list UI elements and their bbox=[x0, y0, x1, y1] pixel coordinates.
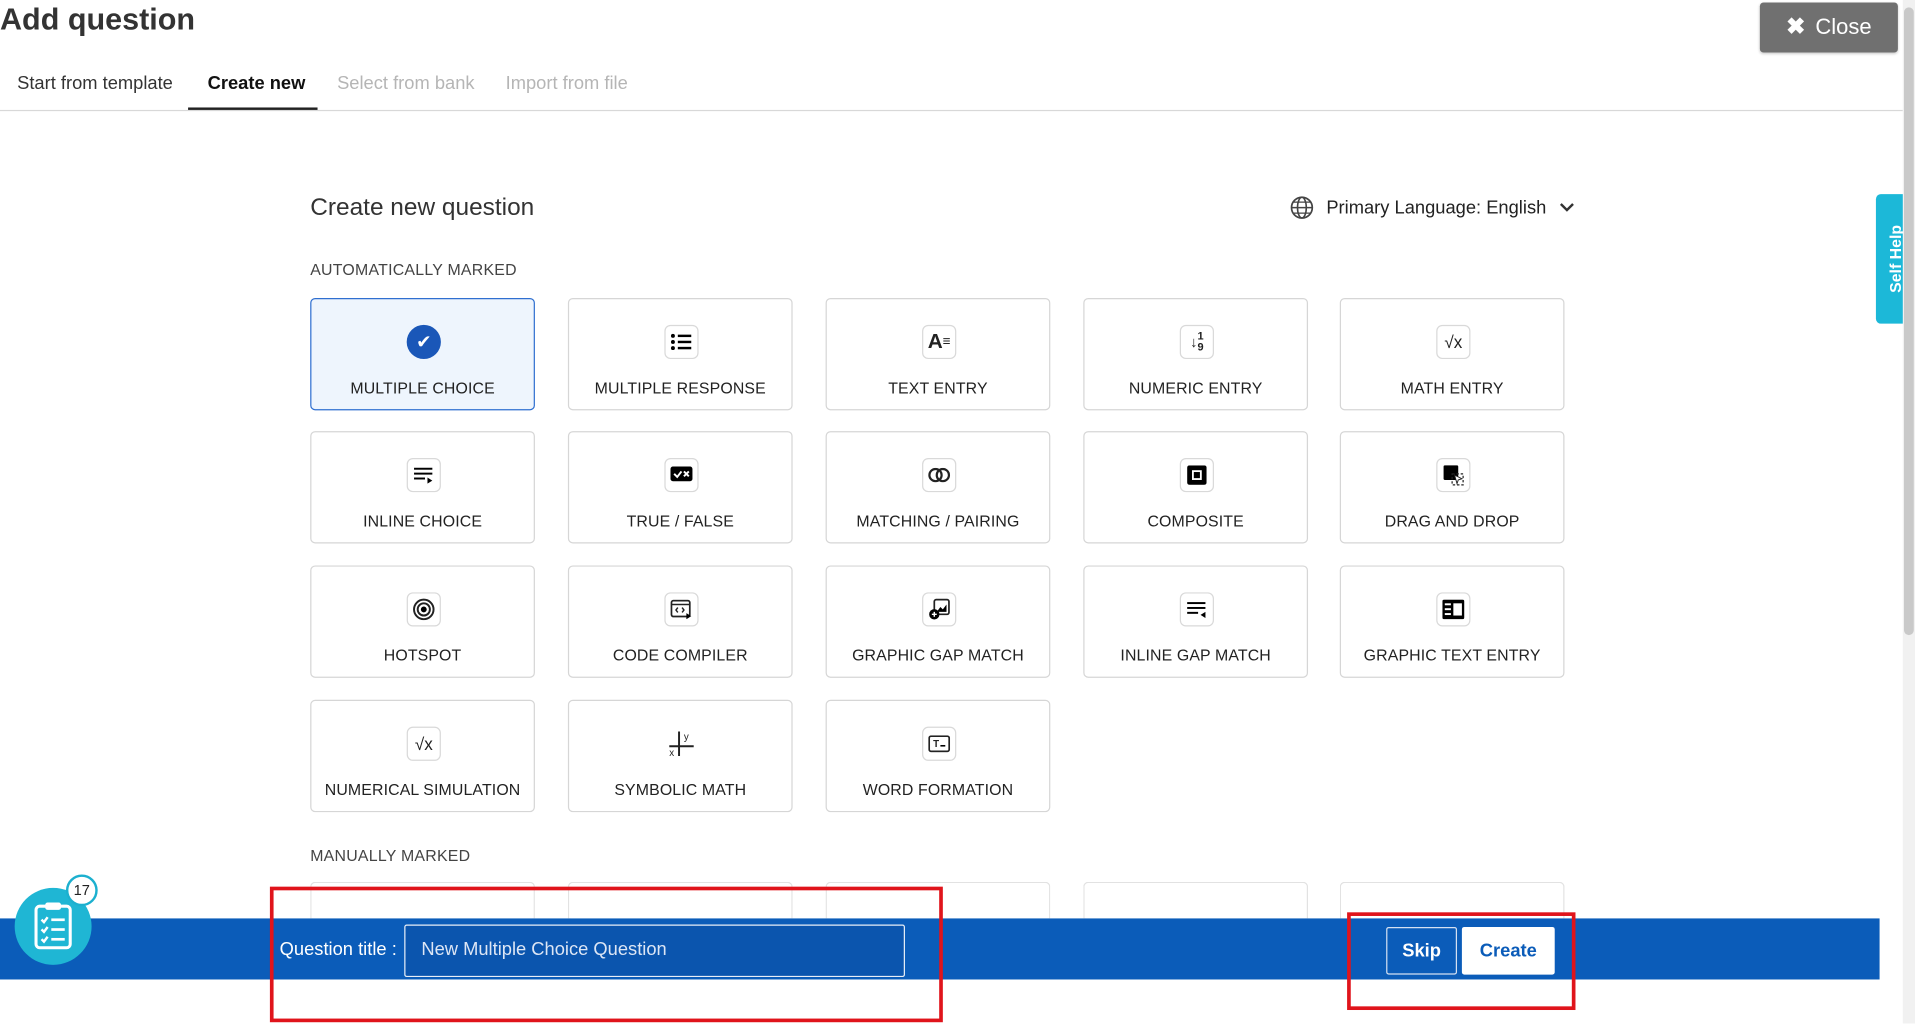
target-icon bbox=[406, 592, 441, 627]
question-type-label: SYMBOLIC MATH bbox=[614, 780, 747, 799]
question-type-label: MATH ENTRY bbox=[1400, 378, 1504, 397]
inline-choice-icon bbox=[406, 457, 441, 493]
question-type-word-formation[interactable]: T WORD FORMATION bbox=[825, 699, 1051, 813]
question-type-label: CODE COMPILER bbox=[612, 646, 748, 665]
question-type-composite[interactable]: COMPOSITE bbox=[1083, 431, 1309, 544]
question-type-label: MATCHING / PAIRING bbox=[856, 511, 1020, 531]
word-formation-icon: T bbox=[922, 726, 957, 761]
svg-text:T: T bbox=[933, 739, 939, 750]
true-false-icon bbox=[664, 457, 699, 493]
question-type-label: NUMERICAL SIMULATION bbox=[324, 780, 521, 799]
question-type-label: GRAPHIC GAP MATCH bbox=[852, 646, 1024, 665]
matching-icon bbox=[922, 457, 957, 493]
question-type-label: MULTIPLE CHOICE bbox=[350, 378, 495, 397]
numeric-sort-icon: ↓ 1 9 bbox=[1179, 324, 1214, 360]
manually-marked-heading: MANUALLY MARKED bbox=[310, 846, 471, 865]
question-type-graphic-gap-match[interactable]: GRAPHIC GAP MATCH bbox=[825, 565, 1051, 678]
question-type-label: DRAG AND DROP bbox=[1384, 511, 1520, 531]
automatically-marked-heading: AUTOMATICALLY MARKED bbox=[310, 260, 517, 279]
question-type-label: INLINE CHOICE bbox=[363, 511, 483, 531]
clipboard-checklist-icon bbox=[34, 902, 72, 950]
question-count-badge: 17 bbox=[65, 874, 98, 907]
text-entry-icon: A ≡ bbox=[922, 324, 957, 360]
sqrt-icon: √x bbox=[1436, 324, 1471, 360]
tab-import-from-file[interactable]: Import from file bbox=[506, 73, 628, 94]
section-title: Create new question bbox=[310, 194, 535, 222]
question-type-drag-and-drop[interactable]: DRAG AND DROP bbox=[1339, 431, 1565, 544]
question-type-matching-pairing[interactable]: MATCHING / PAIRING bbox=[825, 431, 1051, 544]
question-type-label: WORD FORMATION bbox=[862, 780, 1014, 799]
code-icon bbox=[664, 592, 699, 627]
svg-text:y: y bbox=[684, 732, 689, 743]
question-type-label: HOTSPOT bbox=[383, 646, 462, 665]
question-type-label: NUMERIC ENTRY bbox=[1128, 378, 1263, 397]
graphic-text-icon bbox=[1436, 592, 1471, 627]
globe-icon bbox=[1290, 196, 1314, 219]
highlight-box-actions bbox=[1347, 912, 1576, 1011]
question-type-inline-choice[interactable]: INLINE CHOICE bbox=[310, 431, 535, 544]
page-title: Add question bbox=[0, 2, 196, 37]
close-button[interactable]: ✖ Close bbox=[1759, 2, 1898, 53]
question-type-multiple-response[interactable]: MULTIPLE RESPONSE bbox=[567, 297, 793, 411]
tab-start-from-template[interactable]: Start from template bbox=[17, 73, 173, 94]
tab-bar: Start from template Create new Select fr… bbox=[0, 64, 1903, 112]
svg-text:x: x bbox=[669, 748, 674, 758]
scrollbar-thumb[interactable] bbox=[1904, 7, 1914, 636]
axes-icon: yx bbox=[664, 726, 699, 761]
list-icon bbox=[664, 324, 699, 360]
manual-question-card[interactable] bbox=[1083, 881, 1309, 919]
graphic-gap-icon bbox=[922, 592, 957, 627]
question-type-code-compiler[interactable]: CODE COMPILER bbox=[567, 565, 793, 678]
tab-select-from-bank[interactable]: Select from bank bbox=[337, 73, 474, 94]
drag-drop-icon bbox=[1436, 457, 1471, 493]
question-type-label: MULTIPLE RESPONSE bbox=[594, 378, 766, 397]
chevron-down-icon bbox=[1560, 203, 1575, 212]
question-type-label: COMPOSITE bbox=[1147, 511, 1244, 531]
question-type-graphic-text-entry[interactable]: GRAPHIC TEXT ENTRY bbox=[1339, 565, 1565, 678]
question-type-text-entry[interactable]: A ≡ TEXT ENTRY bbox=[825, 297, 1051, 411]
language-selector[interactable]: Primary Language: English bbox=[1290, 195, 1576, 219]
question-type-inline-gap-match[interactable]: INLINE GAP MATCH bbox=[1083, 565, 1309, 678]
question-type-label: GRAPHIC TEXT ENTRY bbox=[1363, 646, 1541, 665]
question-type-numeric-entry[interactable]: ↓ 1 9 NUMERIC ENTRY bbox=[1083, 297, 1309, 411]
question-type-label: TEXT ENTRY bbox=[888, 378, 988, 397]
composite-icon bbox=[1179, 457, 1214, 493]
question-type-label: TRUE / FALSE bbox=[626, 511, 734, 531]
question-type-true-false[interactable]: TRUE / FALSE bbox=[567, 431, 793, 544]
check-circle-icon: ✔ bbox=[406, 324, 441, 360]
sqrt-icon: √x bbox=[406, 726, 441, 761]
question-type-label: INLINE GAP MATCH bbox=[1120, 646, 1271, 665]
tab-create-new[interactable]: Create new bbox=[208, 73, 306, 94]
active-tab-indicator bbox=[188, 107, 318, 110]
question-type-math-entry[interactable]: √x MATH ENTRY bbox=[1339, 297, 1565, 411]
highlight-box-question-title bbox=[269, 886, 943, 1023]
language-label: Primary Language: English bbox=[1326, 197, 1547, 219]
close-button-label: Close bbox=[1815, 14, 1872, 40]
question-type-numerical-simulation[interactable]: √x NUMERICAL SIMULATION bbox=[310, 699, 535, 813]
inline-gap-icon bbox=[1179, 592, 1214, 627]
question-type-symbolic-math[interactable]: yx SYMBOLIC MATH bbox=[567, 699, 793, 813]
question-type-multiple-choice[interactable]: ✔ MULTIPLE CHOICE bbox=[310, 297, 535, 411]
question-type-hotspot[interactable]: HOTSPOT bbox=[310, 565, 535, 678]
close-icon: ✖ bbox=[1786, 14, 1806, 41]
